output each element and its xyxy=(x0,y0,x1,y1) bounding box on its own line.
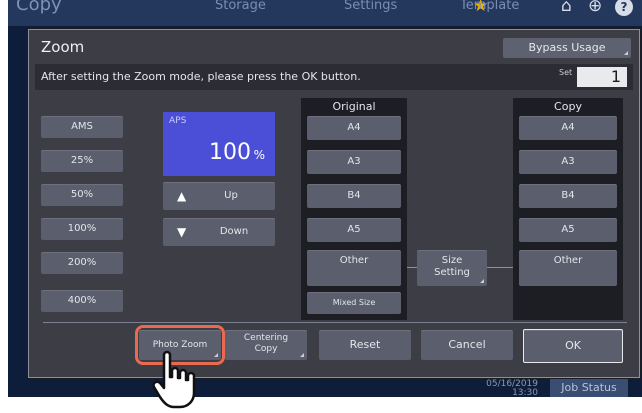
status-area: 05/16/2019 13:30 Job Status xyxy=(428,378,628,397)
copy-header: Copy xyxy=(554,100,582,113)
status-datetime: 05/16/2019 13:30 xyxy=(478,380,538,398)
copy-b4-button[interactable]: B4 xyxy=(519,184,617,208)
original-other-button[interactable]: Other xyxy=(307,250,401,286)
connector-line xyxy=(407,267,417,268)
connector-line xyxy=(487,267,513,268)
tab-settings[interactable]: Settings xyxy=(344,0,397,13)
original-a3-button[interactable]: A3 xyxy=(307,150,401,174)
home-icon[interactable]: ⌂ xyxy=(561,0,572,16)
copy-other-button[interactable]: Other xyxy=(519,250,617,286)
top-bar: Copy Storage Settings ★ Template ⌂ ⊕ ? xyxy=(8,0,642,26)
bypass-usage-button[interactable]: Bypass Usage xyxy=(503,38,631,58)
zoom-25-button[interactable]: 25% xyxy=(41,150,123,172)
zoom-ratio-display[interactable]: APS 100 % xyxy=(163,112,275,176)
zoom-ams-button[interactable]: AMS xyxy=(41,116,123,138)
pointing-hand-icon xyxy=(152,350,196,409)
zoom-ratio-value: 100 xyxy=(209,140,251,165)
original-a4-button[interactable]: A4 xyxy=(307,116,401,140)
job-status-button[interactable]: Job Status xyxy=(550,378,628,397)
zoom-dialog: Zoom Bypass Usage After setting the Zoom… xyxy=(28,29,640,378)
app-title: Copy xyxy=(16,0,62,15)
size-setting-line2: Setting xyxy=(434,267,470,278)
original-b4-button[interactable]: B4 xyxy=(307,184,401,208)
device-screen: Copy Storage Settings ★ Template ⌂ ⊕ ? 0… xyxy=(8,0,642,397)
copy-a5-button[interactable]: A5 xyxy=(519,218,617,242)
instruction-message: After setting the Zoom mode, please pres… xyxy=(41,70,361,83)
status-time: 13:30 xyxy=(512,388,538,398)
copy-a3-button[interactable]: A3 xyxy=(519,150,617,174)
globe-icon[interactable]: ⊕ xyxy=(588,0,602,16)
tab-template[interactable]: Template xyxy=(460,0,519,13)
mixed-size-button[interactable]: Mixed Size xyxy=(307,292,401,314)
copy-a4-button[interactable]: A4 xyxy=(519,116,617,140)
cancel-button[interactable]: Cancel xyxy=(421,330,513,360)
ok-button[interactable]: OK xyxy=(523,329,623,363)
size-setting-line1: Size xyxy=(441,255,463,266)
original-header: Original xyxy=(332,100,376,113)
dialog-title: Zoom xyxy=(41,38,85,56)
zoom-down-button[interactable]: ▼ Down xyxy=(163,218,275,246)
help-icon[interactable]: ? xyxy=(615,0,633,16)
aps-label: APS xyxy=(169,116,187,126)
reset-button[interactable]: Reset xyxy=(319,330,411,360)
up-arrow-icon: ▲ xyxy=(177,189,187,203)
up-label: Up xyxy=(224,190,238,201)
bottom-divider xyxy=(43,322,627,323)
set-count-field[interactable]: 1 xyxy=(577,67,627,87)
set-label: Set xyxy=(559,68,573,77)
size-setting-button[interactable]: Size Setting xyxy=(417,250,487,286)
zoom-200-button[interactable]: 200% xyxy=(41,252,123,274)
message-bar: After setting the Zoom mode, please pres… xyxy=(35,64,633,90)
tab-storage[interactable]: Storage xyxy=(215,0,266,13)
zoom-50-button[interactable]: 50% xyxy=(41,184,123,206)
centering-line2: Copy xyxy=(254,343,278,354)
centering-line1: Centering xyxy=(243,333,289,343)
zoom-100-button[interactable]: 100% xyxy=(41,218,123,240)
centering-copy-button[interactable]: Centering Copy xyxy=(225,330,307,360)
copy-size-panel: Copy A4 A3 B4 A5 Other xyxy=(513,98,623,320)
original-a5-button[interactable]: A5 xyxy=(307,218,401,242)
zoom-up-button[interactable]: ▲ Up xyxy=(163,182,275,210)
zoom-400-button[interactable]: 400% xyxy=(41,290,123,312)
original-size-panel: Original A4 A3 B4 A5 Other Mixed Size xyxy=(301,98,407,320)
down-arrow-icon: ▼ xyxy=(177,225,187,239)
zoom-ratio-unit: % xyxy=(253,148,265,162)
down-label: Down xyxy=(219,226,249,237)
